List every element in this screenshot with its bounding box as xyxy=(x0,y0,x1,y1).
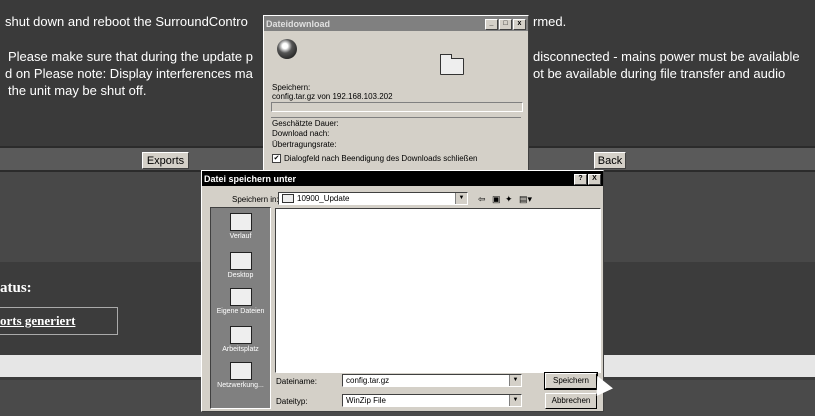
up-folder-icon[interactable]: ▣ xyxy=(492,194,501,205)
download-dialog-title: Dateidownload xyxy=(266,18,331,29)
download-dialog-titlebar[interactable]: Dateidownload _ □ x xyxy=(264,16,528,31)
place-label: Verlauf xyxy=(229,233,252,240)
place-network[interactable]: Netzwerkung... xyxy=(211,362,270,389)
download-progress-bar xyxy=(271,102,523,112)
status-heading: atus: xyxy=(0,280,32,296)
my-documents-icon xyxy=(229,288,252,306)
download-to-label: Download nach: xyxy=(272,129,330,138)
my-computer-icon xyxy=(229,326,252,344)
cancel-button[interactable]: Abbrechen xyxy=(545,393,597,409)
file-list[interactable] xyxy=(275,208,601,373)
chevron-down-icon: ▼ xyxy=(509,375,521,386)
exports-button[interactable]: Exports xyxy=(142,152,189,169)
place-desktop[interactable]: Desktop xyxy=(211,252,270,279)
place-my-documents[interactable]: Eigene Dateien xyxy=(211,288,270,315)
update-info-line1: shut down and reboot the SurroundContro xyxy=(5,14,248,29)
close-icon[interactable]: x xyxy=(513,19,526,30)
minimize-icon[interactable]: _ xyxy=(485,19,498,30)
download-dialog: Dateidownload _ □ x Speichern: config.tar.… xyxy=(263,15,529,185)
divider xyxy=(271,117,521,118)
saving-value: config.tar.gz von 192.168.103.202 xyxy=(272,92,393,101)
update-info-line2: Please make sure that during the update … xyxy=(8,49,253,64)
globe-icon xyxy=(277,39,297,59)
help-icon[interactable]: ? xyxy=(574,174,587,185)
folder-icon xyxy=(440,54,464,75)
chevron-down-icon: ▼ xyxy=(455,193,467,204)
update-info-line1-right: rmed. xyxy=(533,14,567,29)
update-info-line4: the unit may be shut off. xyxy=(8,83,147,98)
save-in-dropdown[interactable]: 10900_Update ▼ xyxy=(278,192,468,205)
estimated-time-label: Geschätzte Dauer: xyxy=(272,119,339,128)
filename-field[interactable]: config.tar.gz ▼ xyxy=(342,374,522,387)
close-when-done-checkbox[interactable]: ✔ xyxy=(272,154,281,163)
place-label: Eigene Dateien xyxy=(216,308,265,315)
place-label: Netzwerkung... xyxy=(217,382,264,389)
folder-icon xyxy=(282,194,294,204)
places-bar: Verlauf Desktop Eigene Dateien Arbeitspl… xyxy=(210,207,271,409)
filetype-label: Dateityp: xyxy=(276,397,308,406)
place-label: Desktop xyxy=(227,272,254,279)
place-history[interactable]: Verlauf xyxy=(211,213,270,240)
new-folder-icon[interactable]: ✦ xyxy=(505,194,513,205)
place-label: Arbeitsplatz xyxy=(222,346,259,353)
filetype-value: WinZip File xyxy=(346,396,387,405)
saving-label: Speichern: xyxy=(272,83,311,92)
save-as-dialog: Datei speichern unter ? X Speichern in: 1… xyxy=(201,170,604,412)
chevron-down-icon: ▼ xyxy=(509,395,521,406)
save-in-value: 10900_Update xyxy=(297,194,350,203)
filetype-dropdown[interactable]: WinZip File ▼ xyxy=(342,394,522,407)
transfer-rate-label: Übertragungsrate: xyxy=(272,140,337,149)
maximize-icon[interactable]: □ xyxy=(499,19,512,30)
back-button[interactable]: Back xyxy=(594,152,626,169)
update-info-line2-right: disconnected - mains power must be avail… xyxy=(533,49,800,64)
save-dialog-titlebar[interactable]: Datei speichern unter ? X xyxy=(202,171,603,186)
back-arrow-icon[interactable]: ⇦ xyxy=(478,194,486,205)
close-when-done-label: Dialogfeld nach Beendigung des Downloads… xyxy=(284,154,478,163)
place-my-computer[interactable]: Arbeitsplatz xyxy=(211,326,270,353)
filename-label: Dateiname: xyxy=(276,377,317,386)
network-icon xyxy=(229,362,252,380)
save-in-label: Speichern in: xyxy=(232,195,279,204)
save-dialog-title: Datei speichern unter xyxy=(204,173,297,184)
desktop-icon xyxy=(229,252,252,270)
history-icon xyxy=(229,213,252,231)
update-info-line3-right: ot be available during file transfer and… xyxy=(533,66,786,81)
close-icon[interactable]: X xyxy=(588,174,601,185)
reports-link[interactable]: orts generiert xyxy=(0,313,75,329)
view-menu-icon[interactable]: ▤▾ xyxy=(519,194,532,205)
filename-value: config.tar.gz xyxy=(346,376,390,385)
update-info-line3: d on Please note: Display interferences … xyxy=(5,66,253,81)
